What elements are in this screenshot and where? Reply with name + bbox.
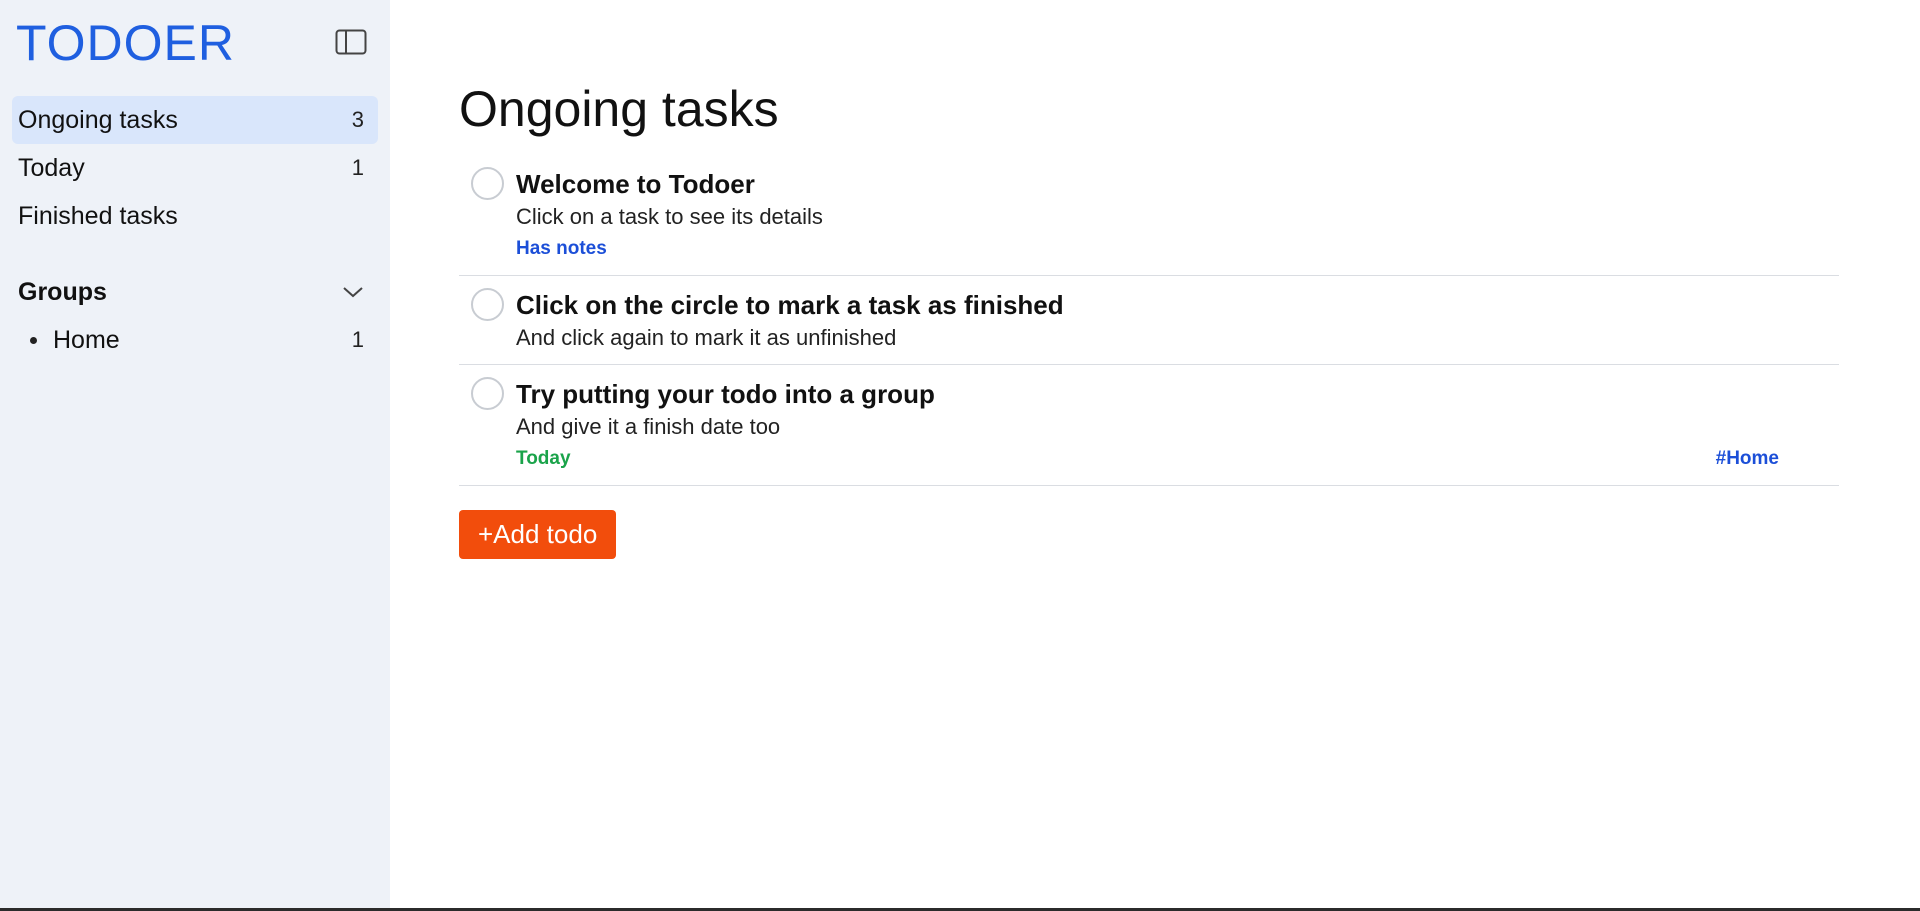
sidebar-header: TODOER: [12, 0, 378, 84]
group-item-home[interactable]: Home 1: [12, 316, 378, 364]
task-item[interactable]: Try putting your todo into a group And g…: [459, 365, 1839, 486]
nav-item-ongoing-tasks[interactable]: Ongoing tasks 3: [12, 96, 378, 144]
nav-item-finished-tasks[interactable]: Finished tasks: [12, 192, 378, 240]
page-title: Ongoing tasks: [459, 81, 779, 137]
nav-item-label: Finished tasks: [18, 201, 178, 230]
group-item-label: Home: [53, 325, 120, 354]
task-title: Welcome to Todoer: [516, 169, 755, 199]
sidebar-nav: Ongoing tasks 3 Today 1 Finished tasks: [12, 96, 378, 240]
task-complete-checkbox[interactable]: [471, 167, 504, 200]
task-description: And click again to mark it as unfinished: [516, 325, 897, 350]
nav-item-label: Today: [18, 153, 85, 182]
app-window: TODOER Ongoing tasks 3 Today 1 Finished …: [0, 0, 1920, 908]
task-complete-checkbox[interactable]: [471, 377, 504, 410]
task-list: Welcome to Todoer Click on a task to see…: [459, 155, 1839, 486]
nav-item-count: 3: [351, 107, 364, 132]
task-title: Click on the circle to mark a task as fi…: [516, 290, 1064, 320]
task-group-tag[interactable]: #Home: [1716, 443, 1779, 475]
sidebar-toggle-icon: [335, 29, 367, 55]
app-logo: TODOER: [16, 15, 235, 71]
task-description: Click on a task to see its details: [516, 204, 823, 229]
task-meta: Today #Home: [516, 443, 1779, 475]
task-notes-indicator: Has notes: [516, 238, 607, 259]
main-content: Ongoing tasks Welcome to Todoer Click on…: [390, 0, 1920, 908]
task-complete-checkbox[interactable]: [471, 288, 504, 321]
sidebar-toggle-button[interactable]: [334, 28, 368, 56]
task-meta: Has notes: [516, 233, 1779, 265]
task-body: Try putting your todo into a group And g…: [516, 377, 1839, 475]
task-description: And give it a finish date too: [516, 414, 781, 439]
add-todo-button[interactable]: +Add todo: [459, 510, 617, 559]
group-item-left: Home: [30, 326, 120, 355]
task-item[interactable]: Click on the circle to mark a task as fi…: [459, 276, 1839, 365]
task-body: Welcome to Todoer Click on a task to see…: [516, 167, 1839, 265]
task-body: Click on the circle to mark a task as fi…: [516, 288, 1839, 354]
sidebar: TODOER Ongoing tasks 3 Today 1 Finished …: [0, 0, 390, 908]
bullet-icon: [30, 336, 37, 344]
task-item[interactable]: Welcome to Todoer Click on a task to see…: [459, 155, 1839, 276]
chevron-down-icon: [343, 287, 363, 298]
nav-item-today[interactable]: Today 1: [12, 144, 378, 192]
task-due-date: Today: [516, 448, 571, 469]
group-item-count: 1: [351, 327, 364, 352]
groups-section-toggle[interactable]: Groups: [12, 268, 378, 316]
groups-title: Groups: [18, 277, 107, 306]
task-title: Try putting your todo into a group: [516, 379, 935, 409]
nav-item-count: 1: [351, 155, 364, 180]
nav-item-label: Ongoing tasks: [18, 105, 178, 134]
